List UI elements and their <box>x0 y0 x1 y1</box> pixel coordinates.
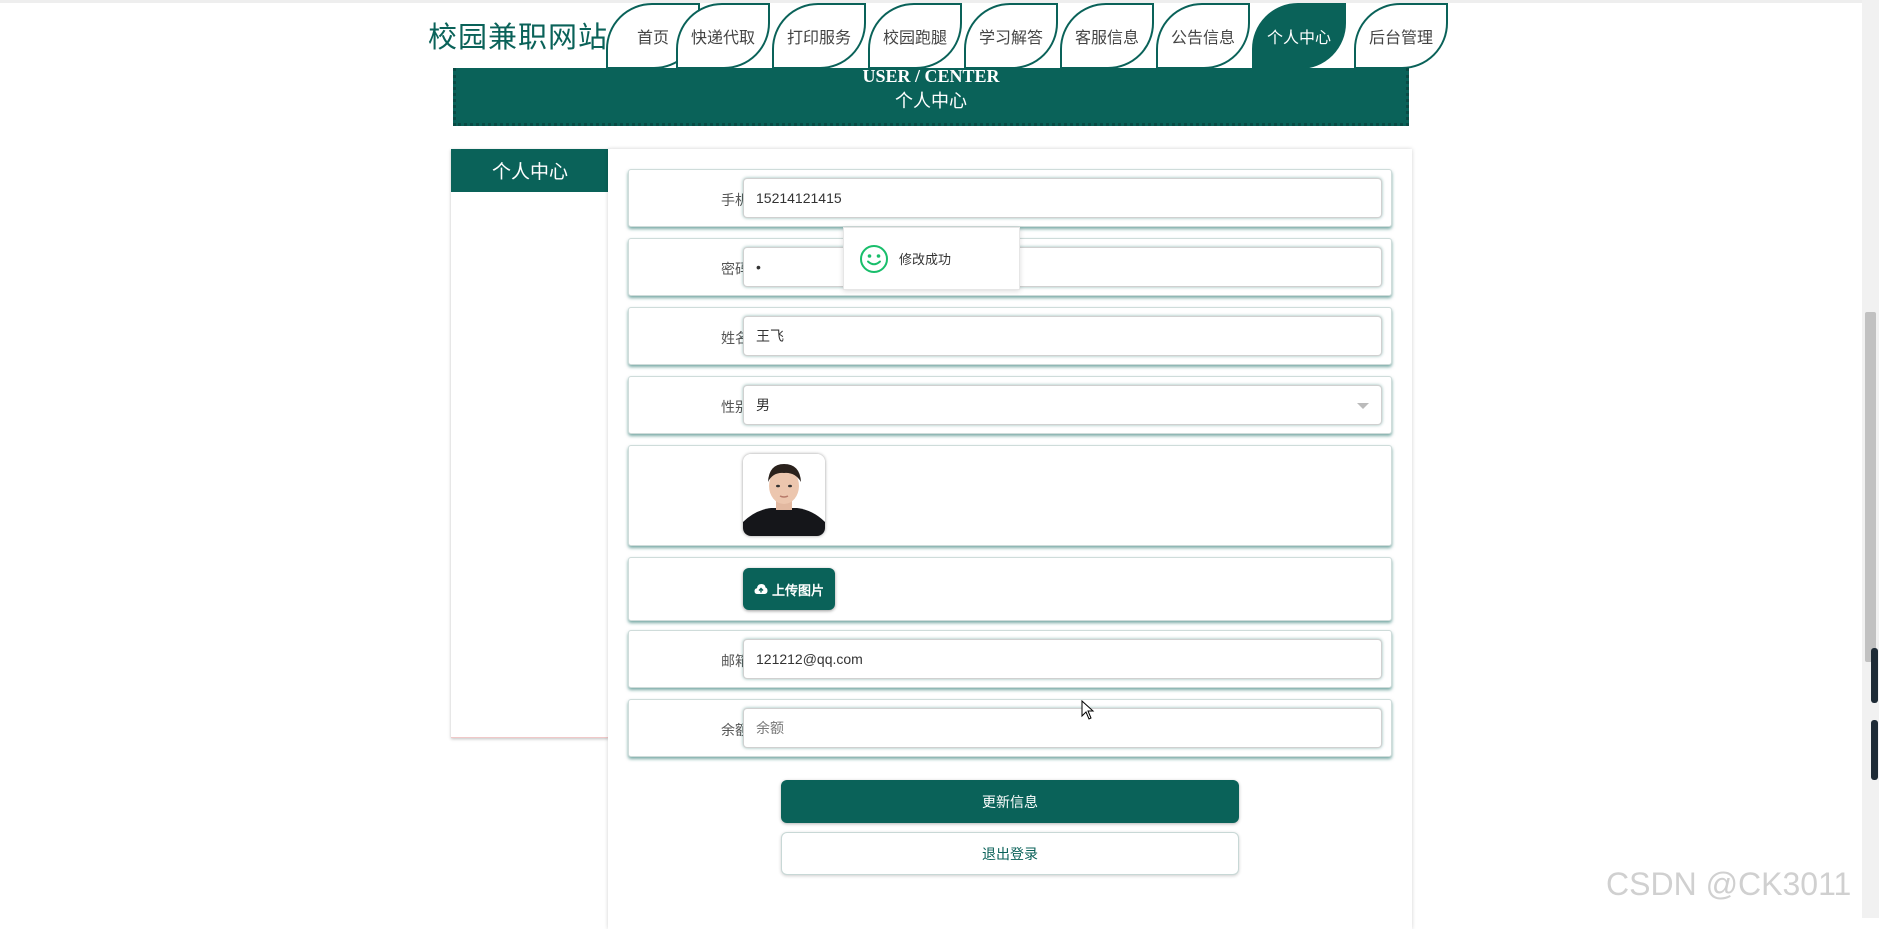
success-toast: 修改成功 <box>843 227 1020 290</box>
nav-tab-notice[interactable]: 公告信息 <box>1156 3 1250 69</box>
avatar <box>743 454 825 536</box>
watermark: CSDN @CK3011 <box>1606 866 1852 902</box>
upload-image-label: 上传图片 <box>771 582 824 598</box>
logout-button[interactable]: 退出登录 <box>781 832 1239 875</box>
gender-row: 性别 男 <box>628 376 1392 434</box>
nav-tab-study[interactable]: 学习解答 <box>964 3 1058 69</box>
phone-row: 手机 <box>628 169 1392 227</box>
balance-row: 余额 <box>628 699 1392 757</box>
balance-label: 余额 <box>721 722 749 738</box>
name-label: 姓名 <box>721 330 749 346</box>
upload-row: 上传图片 <box>628 557 1392 621</box>
mouse-cursor-icon <box>1081 700 1095 720</box>
email-label: 邮箱 <box>721 653 749 669</box>
update-info-button[interactable]: 更新信息 <box>781 780 1239 823</box>
name-input[interactable] <box>743 316 1382 356</box>
site-title[interactable]: 校园兼职网站 <box>428 14 608 56</box>
avatar-photo-icon <box>743 454 825 536</box>
phone-input[interactable] <box>743 178 1382 218</box>
side-scroll-indicator <box>1871 648 1878 703</box>
sidebar: 个人中心 <box>451 149 609 738</box>
banner-title-cn: 个人中心 <box>895 91 967 111</box>
gender-value: 男 <box>756 397 770 413</box>
sidebar-item-user-center[interactable]: 个人中心 <box>451 149 609 192</box>
phone-label: 手机 <box>721 192 749 208</box>
side-scroll-indicator <box>1871 720 1878 780</box>
gender-select[interactable]: 男 <box>743 385 1382 425</box>
nav-tab-user-center[interactable]: 个人中心 <box>1252 3 1346 69</box>
cloud-upload-icon <box>754 584 768 594</box>
email-input[interactable] <box>743 639 1382 679</box>
page-scrollbar[interactable] <box>1862 0 1879 918</box>
nav-tab-service[interactable]: 客服信息 <box>1060 3 1154 69</box>
nav-tab-admin[interactable]: 后台管理 <box>1354 3 1448 69</box>
password-label: 密码 <box>721 261 749 277</box>
gender-label: 性别 <box>721 399 749 415</box>
balance-input[interactable] <box>743 708 1382 748</box>
password-input[interactable]: • <box>743 247 1382 287</box>
chevron-down-icon <box>1357 403 1369 409</box>
smile-icon <box>860 244 888 273</box>
upload-image-button[interactable]: 上传图片 <box>743 568 835 610</box>
toast-message: 修改成功 <box>899 252 952 267</box>
nav-tab-errand[interactable]: 校园跑腿 <box>868 3 962 69</box>
banner-title-en: USER / CENTER <box>862 66 1000 86</box>
page-banner: USER / CENTER 个人中心 <box>453 66 1409 126</box>
email-row: 邮箱 <box>628 630 1392 688</box>
name-row: 姓名 <box>628 307 1392 365</box>
scrollbar-thumb[interactable] <box>1865 312 1876 662</box>
nav-tab-print[interactable]: 打印服务 <box>772 3 866 69</box>
avatar-row <box>628 445 1392 546</box>
